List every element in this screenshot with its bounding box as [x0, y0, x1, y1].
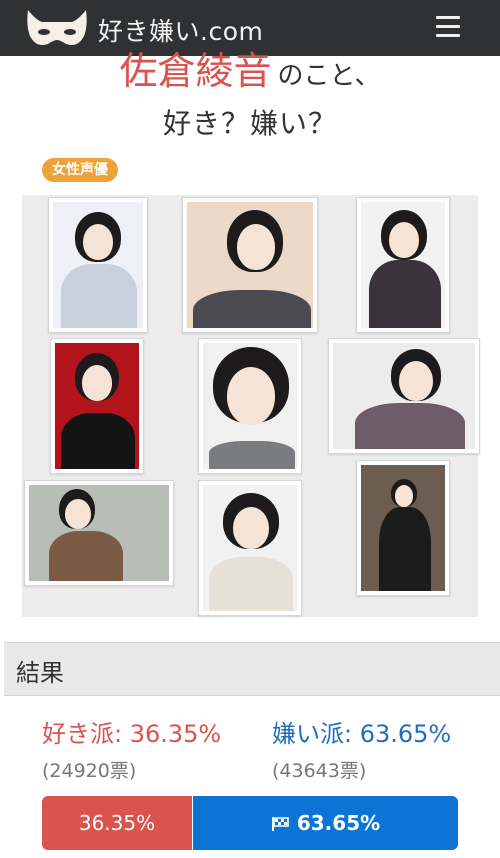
mask-logo-icon[interactable]: [22, 6, 92, 52]
flag-icon: [271, 817, 289, 831]
gallery-photo[interactable]: [356, 197, 450, 333]
result-bar-dislike: 63.65%: [193, 796, 458, 850]
title-question: 好き？嫌い？: [162, 107, 337, 140]
gallery-photo[interactable]: [24, 480, 174, 586]
gallery-photo[interactable]: [182, 197, 318, 333]
like-result: 好き派: 36.35%: [42, 720, 222, 748]
dislike-percent: 63.65%: [359, 720, 452, 748]
dislike-votes: (43643票): [272, 760, 367, 782]
gallery-photo[interactable]: [356, 460, 450, 596]
site-name[interactable]: 好き嫌い.com: [98, 12, 263, 48]
results-heading: 結果: [16, 659, 64, 687]
like-votes: (24920票): [42, 760, 137, 782]
category-tag[interactable]: 女性声優: [42, 158, 118, 182]
dislike-label: 嫌い派: [272, 720, 344, 748]
gallery-photo[interactable]: [198, 480, 302, 616]
photo-gallery: [22, 195, 480, 617]
hamburger-menu-icon[interactable]: [436, 16, 460, 38]
title-suffix: のこと、: [277, 61, 381, 88]
results-header: 結果: [4, 642, 500, 696]
result-bar: 36.35% 63.65%: [42, 796, 458, 850]
like-label: 好き派: [42, 720, 114, 748]
dislike-result: 嫌い派: 63.65%: [272, 720, 452, 748]
gallery-photo[interactable]: [328, 338, 480, 454]
page-title: 佐倉綾音 のこと、: [0, 48, 500, 88]
gallery-photo[interactable]: [198, 338, 302, 474]
gallery-photo[interactable]: [50, 338, 144, 474]
like-percent: 36.35%: [129, 720, 222, 748]
bar-like-text: 36.35%: [78, 811, 156, 835]
subject-name: 佐倉綾音: [119, 49, 272, 88]
bar-dislike-text: 63.65%: [296, 811, 381, 835]
gallery-photo[interactable]: [48, 197, 148, 333]
result-bar-like: 36.35%: [42, 796, 193, 850]
